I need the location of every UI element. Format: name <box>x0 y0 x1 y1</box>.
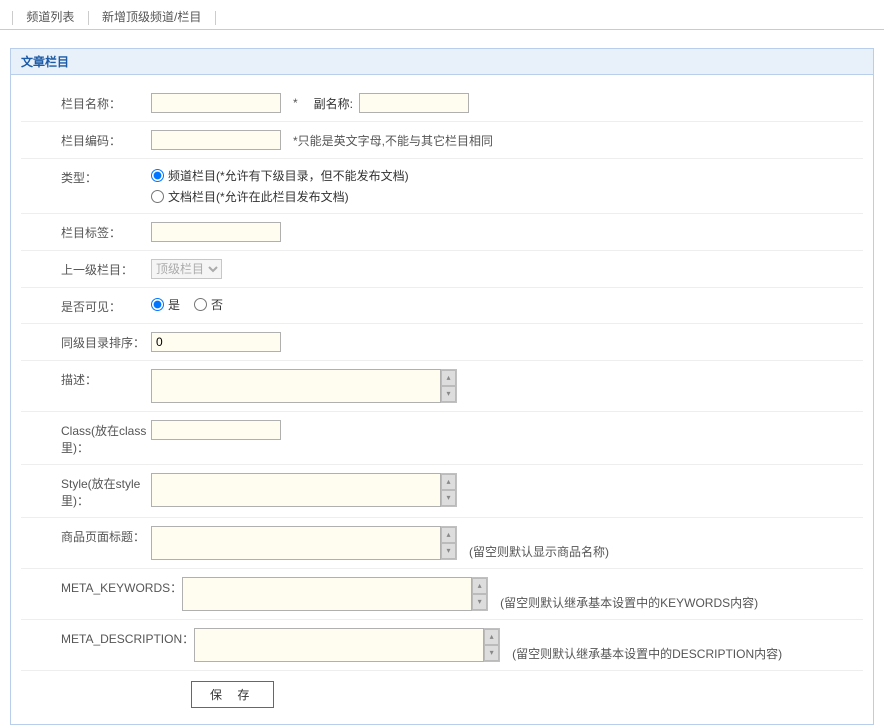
row-description: META_DESCRIPTION： ▴ ▾ (留空则默认继承基本设置中的DESC… <box>21 620 863 671</box>
label-desc: 描述： <box>21 369 151 388</box>
keywords-textarea[interactable] <box>182 577 472 611</box>
label-visible: 是否可见： <box>21 296 151 315</box>
name-input[interactable] <box>151 93 281 113</box>
save-button[interactable]: 保 存 <box>191 681 274 708</box>
label-style: Style(放在style里)： <box>21 473 151 509</box>
scroll-up-icon[interactable]: ▴ <box>441 370 456 386</box>
label-description: META_DESCRIPTION： <box>21 628 194 647</box>
type-label-channel: 频道栏目(*允许有下级目录，但不能发布文档) <box>168 167 409 184</box>
note-keywords: (留空则默认继承基本设置中的KEYWORDS内容) <box>500 594 758 611</box>
scroll-down-icon[interactable]: ▾ <box>441 386 456 402</box>
row-visible: 是否可见： 是 否 <box>21 288 863 324</box>
label-class: Class(放在class里)： <box>21 420 151 456</box>
type-option-channel[interactable]: 频道栏目(*允许有下级目录，但不能发布文档) <box>151 167 409 184</box>
tab-separator <box>12 11 13 25</box>
tab-separator <box>215 11 216 25</box>
scrollbar[interactable]: ▴ ▾ <box>484 628 500 662</box>
subname-input[interactable] <box>359 93 469 113</box>
type-option-doc[interactable]: 文档栏目(*允许在此栏目发布文档) <box>151 188 409 205</box>
label-name: 栏目名称： <box>21 93 151 112</box>
row-order: 同级目录排序： <box>21 324 863 361</box>
scroll-down-icon[interactable]: ▾ <box>441 490 456 506</box>
label-type: 类型： <box>21 167 151 186</box>
note-description: (留空则默认继承基本设置中的DESCRIPTION内容) <box>512 645 782 662</box>
name-required-mark: * <box>293 96 298 110</box>
parent-select[interactable]: 顶级栏目 <box>151 259 222 279</box>
label-subname: 副名称: <box>314 95 353 112</box>
row-style: Style(放在style里)： ▴ ▾ <box>21 465 863 518</box>
row-desc: 描述： ▴ ▾ <box>21 361 863 412</box>
button-row: 保 存 <box>21 671 863 714</box>
scroll-down-icon[interactable]: ▾ <box>441 543 456 559</box>
label-order: 同级目录排序： <box>21 332 151 351</box>
row-tags: 栏目标签： <box>21 214 863 251</box>
row-name: 栏目名称： * 副名称: <box>21 85 863 122</box>
label-tags: 栏目标签： <box>21 222 151 241</box>
section-title: 文章栏目 <box>10 48 874 75</box>
note-pagetitle: (留空则默认显示商品名称) <box>469 543 609 560</box>
row-class: Class(放在class里)： <box>21 412 863 465</box>
scroll-up-icon[interactable]: ▴ <box>484 629 499 645</box>
label-parent: 上一级栏目： <box>21 259 151 278</box>
scroll-up-icon[interactable]: ▴ <box>472 578 487 594</box>
code-input[interactable] <box>151 130 281 150</box>
tab-bar: 频道列表 新增顶级频道/栏目 <box>0 0 884 30</box>
visible-label-no: 否 <box>211 296 223 313</box>
type-radio-doc[interactable] <box>151 190 164 203</box>
type-radio-channel[interactable] <box>151 169 164 182</box>
tab-separator <box>88 11 89 25</box>
desc-textarea[interactable] <box>151 369 441 403</box>
row-keywords: META_KEYWORDS： ▴ ▾ (留空则默认继承基本设置中的KEYWORD… <box>21 569 863 620</box>
type-label-doc: 文档栏目(*允许在此栏目发布文档) <box>168 188 349 205</box>
label-keywords: META_KEYWORDS： <box>21 577 182 596</box>
style-textarea[interactable] <box>151 473 441 507</box>
row-code: 栏目编码： *只能是英文字母,不能与其它栏目相同 <box>21 122 863 159</box>
scroll-down-icon[interactable]: ▾ <box>472 594 487 610</box>
row-type: 类型： 频道栏目(*允许有下级目录，但不能发布文档) 文档栏目(*允许在此栏目发… <box>21 159 863 214</box>
scrollbar[interactable]: ▴ ▾ <box>441 369 457 403</box>
visible-label-yes: 是 <box>168 296 180 313</box>
note-code: *只能是英文字母,不能与其它栏目相同 <box>293 132 493 149</box>
row-pagetitle: 商品页面标题： ▴ ▾ (留空则默认显示商品名称) <box>21 518 863 569</box>
tab-add-channel[interactable]: 新增顶级频道/栏目 <box>94 4 209 29</box>
scroll-down-icon[interactable]: ▾ <box>484 645 499 661</box>
visible-option-no[interactable]: 否 <box>194 296 223 313</box>
scroll-up-icon[interactable]: ▴ <box>441 474 456 490</box>
visible-radio-no[interactable] <box>194 298 207 311</box>
scrollbar[interactable]: ▴ ▾ <box>441 473 457 507</box>
label-code: 栏目编码： <box>21 130 151 149</box>
label-pagetitle: 商品页面标题： <box>21 526 151 545</box>
visible-option-yes[interactable]: 是 <box>151 296 180 313</box>
order-input[interactable] <box>151 332 281 352</box>
class-input[interactable] <box>151 420 281 440</box>
scrollbar[interactable]: ▴ ▾ <box>472 577 488 611</box>
pagetitle-textarea[interactable] <box>151 526 441 560</box>
scroll-up-icon[interactable]: ▴ <box>441 527 456 543</box>
visible-radio-yes[interactable] <box>151 298 164 311</box>
description-textarea[interactable] <box>194 628 484 662</box>
row-parent: 上一级栏目： 顶级栏目 <box>21 251 863 288</box>
tab-channel-list[interactable]: 频道列表 <box>18 4 82 29</box>
tags-input[interactable] <box>151 222 281 242</box>
form: 栏目名称： * 副名称: 栏目编码： *只能是英文字母,不能与其它栏目相同 类型… <box>10 75 874 725</box>
scrollbar[interactable]: ▴ ▾ <box>441 526 457 560</box>
